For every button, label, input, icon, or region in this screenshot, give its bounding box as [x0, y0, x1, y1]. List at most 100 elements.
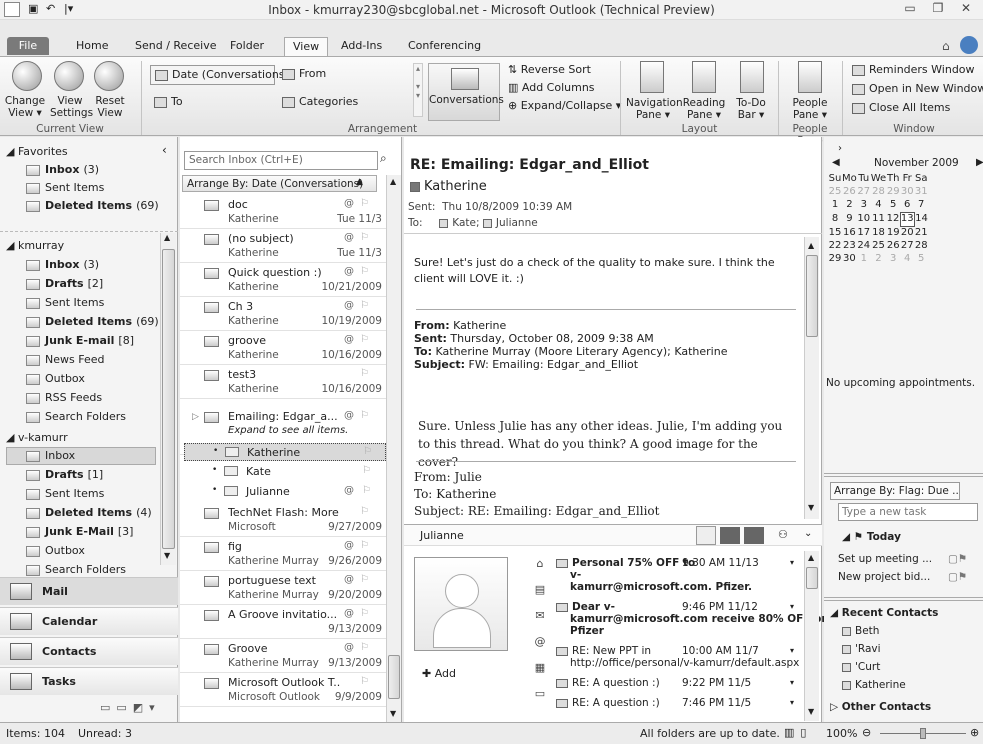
message-row[interactable]: (no subject) Katherine Tue 11/3 @ ⚐ [180, 229, 386, 263]
view-settings-icon[interactable] [54, 61, 84, 91]
minimize-icon[interactable]: ▭ [897, 1, 923, 18]
message-row[interactable]: Quick question :) Katherine 10/21/2009 @ ⚐ [180, 263, 386, 297]
contacts-nav-button[interactable]: Contacts [0, 637, 178, 665]
arrange-to-button[interactable]: To [154, 95, 183, 108]
message-row[interactable]: groove Katherine 10/16/2009 @ ⚐ [180, 331, 386, 365]
splitter[interactable] [824, 473, 983, 477]
arrange-from-button[interactable]: From [282, 67, 326, 80]
scroll-down-icon[interactable]: ▼ [164, 551, 170, 560]
message-row[interactable]: TechNet Flash: More ... Microsoft 9/27/200… [180, 503, 386, 537]
tab-add-ins[interactable]: Add-Ins [333, 37, 390, 55]
calendar-day[interactable]: 16 [842, 227, 857, 241]
navigation-pane-icon[interactable] [640, 61, 664, 93]
tab-file[interactable]: File [7, 37, 49, 55]
flag-icon[interactable]: ⚐ [360, 608, 374, 619]
collapse-people-pane-icon[interactable]: ⌄ [804, 528, 812, 539]
folder-item[interactable]: Deleted Items (69) [26, 197, 159, 215]
calendar-day[interactable]: 25 [828, 186, 842, 199]
reading-pane-icon[interactable] [692, 61, 716, 93]
task-item[interactable]: New project bid... ▢⚑ [838, 571, 978, 583]
folder-item[interactable]: Sent Items [26, 294, 108, 312]
people-scrollbar[interactable]: ▲ ▼ [804, 551, 819, 721]
conversation-child-row[interactable]: • Katherine ⚐ [184, 443, 386, 461]
calendar-day[interactable]: 4 [871, 199, 886, 213]
dropdown-icon[interactable]: ▾ [790, 645, 794, 657]
all-items-icon[interactable]: ▤ [532, 577, 548, 603]
flag-icon[interactable]: ⚐ [360, 676, 374, 687]
zoom-level[interactable]: 100% [826, 727, 857, 740]
dropdown-icon[interactable]: ▾ [790, 677, 794, 689]
reading-pane-button[interactable]: Reading Pane ▾ [680, 97, 728, 121]
folder-item[interactable]: Deleted Items (4) [26, 504, 152, 522]
calendar-day[interactable]: 5 [886, 199, 900, 213]
tab-folder[interactable]: Folder [222, 37, 272, 55]
flag-icon[interactable]: ⚐ [360, 410, 374, 421]
flag-icon[interactable]: ⚐ [360, 642, 374, 653]
calendar-day[interactable]: 30 [842, 253, 857, 266]
reading-scroll-thumb[interactable] [806, 255, 818, 337]
expand-todo-icon[interactable]: › [838, 143, 842, 154]
dropdown-icon[interactable]: ▾ [790, 697, 794, 709]
flag-icon[interactable]: ⚐ [363, 446, 372, 457]
calendar-day[interactable]: 17 [857, 227, 871, 241]
arrangement-gallery-scroll[interactable]: ▴ ▾ ▾ [413, 63, 423, 117]
reminders-window-button[interactable]: Reminders Window [852, 63, 975, 76]
contact-photo-icon[interactable] [744, 527, 764, 544]
arrange-by-header[interactable]: Arrange By: Date (Conversations) [182, 175, 377, 192]
people-scroll-thumb[interactable] [806, 567, 818, 589]
folder-item[interactable]: Junk E-Mail [3] [26, 523, 133, 541]
mail-nav-button[interactable]: Mail [0, 577, 178, 605]
calendar-day[interactable]: 10 [857, 213, 871, 227]
expand-collapse-button[interactable]: ⊕ Expand/Collapse ▾ [508, 99, 621, 112]
date-navigator[interactable]: Su Mo Tu We Th Fr Sa 25 26 27 28 29 30 31 1 2 3 4 5 6 7 8 9 10… [828, 173, 928, 266]
scroll-up-icon[interactable]: ▲ [808, 241, 814, 250]
calendar-day[interactable]: 6 [900, 199, 914, 213]
activity-item[interactable]: Dear v- 9:46 PM 11/12 ▾ kamurr@microsoft.co… [556, 601, 829, 637]
calendar-day[interactable]: 23 [842, 240, 857, 253]
attachments-icon[interactable]: @ [532, 629, 548, 655]
calendar-day[interactable]: 25 [871, 240, 886, 253]
list-scrollbar[interactable]: ▲ ▼ [386, 175, 401, 722]
calendar-day[interactable]: 26 [886, 240, 900, 253]
account-header-kmurray[interactable]: ◢ kmurray [6, 237, 64, 255]
recent-contact[interactable]: Katherine [842, 679, 906, 691]
folder-item[interactable]: Sent Items [26, 179, 108, 197]
calendar-day[interactable]: 31 [914, 186, 928, 199]
change-view-icon[interactable] [12, 61, 42, 91]
calendar-day[interactable]: 24 [857, 240, 871, 253]
close-all-items-button[interactable]: Close All Items [852, 101, 950, 114]
calendar-day[interactable]: 14 [914, 213, 928, 227]
collapse-nav-icon[interactable]: ‹ [162, 143, 167, 157]
recipient[interactable]: Kate [452, 217, 476, 229]
folder-item[interactable]: RSS Feeds [26, 389, 106, 407]
help-icon[interactable] [960, 36, 978, 54]
nav-shortcut-icons[interactable]: ▭▭◩▾ [100, 701, 161, 714]
recent-contacts-header[interactable]: ◢ Recent Contacts [830, 607, 938, 619]
close-icon[interactable]: ✕ [953, 1, 979, 18]
flag-icon[interactable]: ⚐ [360, 334, 374, 345]
folder-item[interactable]: Outbox [26, 370, 89, 388]
message-row[interactable]: portuguese text Katherine Murray 9/20/2009… [180, 571, 386, 605]
contact-photo-icon[interactable] [696, 526, 716, 545]
activity-item[interactable]: Personal 75% OFF to 9:30 AM 11/13 ▾ v-kamur… [556, 557, 802, 593]
mail-icon[interactable]: ✉ [532, 603, 548, 629]
activity-item[interactable]: RE: A question :) 9:22 PM 11/5 ▾ [556, 677, 802, 689]
message-row[interactable]: Ch 3 Katherine 10/19/2009 @ ⚐ [180, 297, 386, 331]
prev-month-icon[interactable]: ◀ [832, 157, 840, 168]
calendar-day[interactable]: 7 [914, 199, 928, 213]
calendar-day[interactable]: 12 [886, 213, 900, 227]
calendar-day[interactable]: 30 [900, 186, 914, 199]
recipient[interactable]: Julianne [496, 217, 538, 229]
folder-item[interactable]: Deleted Items (69) [26, 313, 159, 331]
message-row[interactable]: Microsoft Outlook T... Microsoft Outlook 9… [180, 673, 386, 707]
calendar-nav-button[interactable]: Calendar [0, 607, 178, 635]
folder-item[interactable]: Junk E-mail [8] [26, 332, 134, 350]
calendar-day[interactable]: 15 [828, 227, 842, 241]
zoom-slider-thumb[interactable] [920, 728, 926, 739]
people-pane-button[interactable]: People Pane ▾ [782, 97, 838, 121]
calendar-day[interactable]: 20 [900, 227, 914, 241]
flag-icon[interactable]: ⚐ [360, 574, 374, 585]
calendar-day[interactable]: 2 [871, 253, 886, 266]
scroll-up-icon[interactable]: ▲ [808, 553, 814, 562]
calendar-day[interactable]: 3 [886, 253, 900, 266]
